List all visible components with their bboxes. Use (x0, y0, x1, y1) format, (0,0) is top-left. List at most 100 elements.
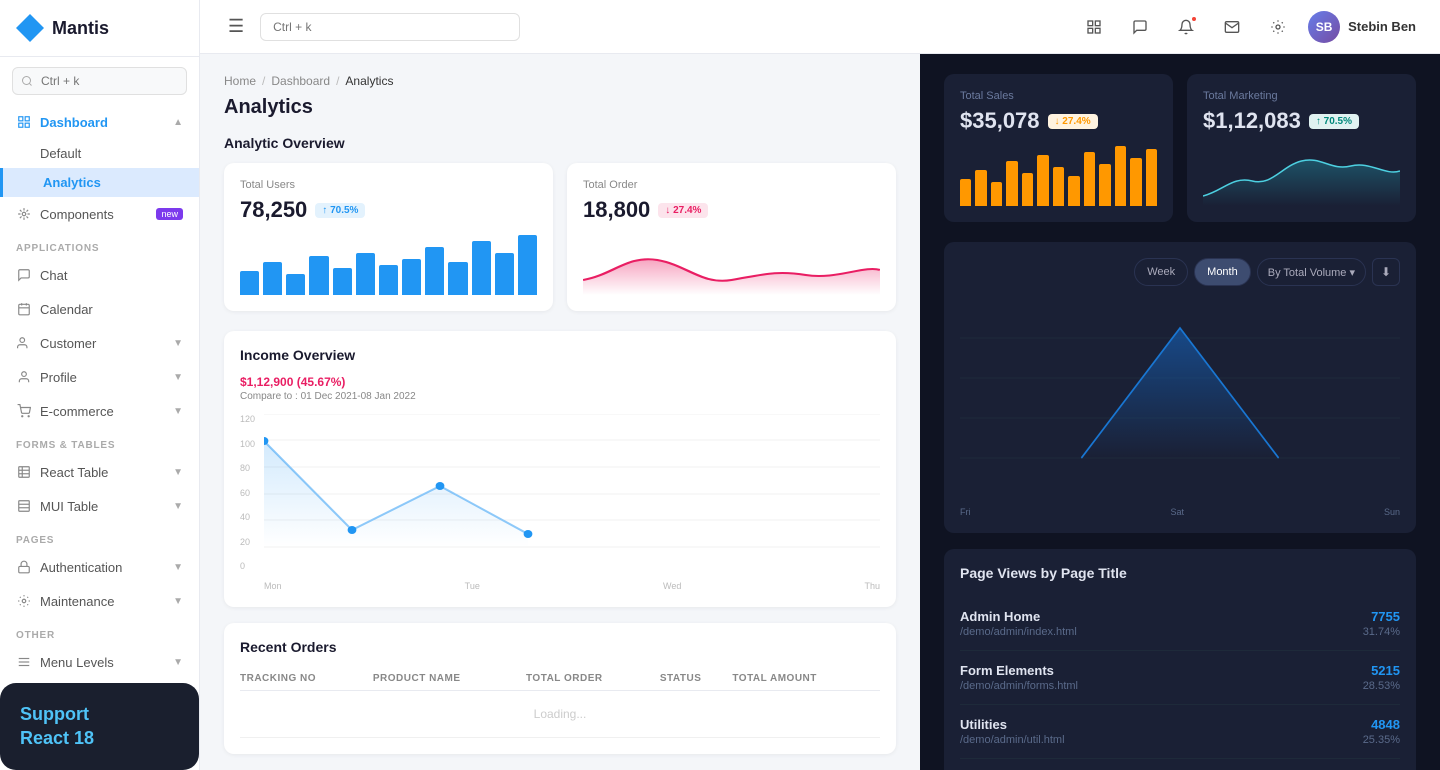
stat-badge-sales: ↓ 27.4% (1048, 114, 1098, 129)
week-button[interactable]: Week (1134, 258, 1188, 286)
col-total-order: Total Order (526, 667, 660, 691)
y-axis-labels: 020406080100120 (240, 414, 255, 571)
table-row: Loading... (240, 691, 880, 738)
customer-icon (16, 335, 32, 351)
notifications-button[interactable] (1170, 11, 1202, 43)
auth-icon (16, 559, 32, 575)
stat-badge-marketing: ↑ 70.5% (1309, 114, 1359, 129)
stat-badge-users: ↑ 70.5% (315, 203, 365, 218)
sidebar-item-mui-table-label: MUI Table (40, 499, 98, 514)
settings-button[interactable] (1262, 11, 1294, 43)
dashboard-icon (16, 114, 32, 130)
menu-toggle-button[interactable]: ☰ (224, 12, 248, 41)
sidebar-item-dashboard[interactable]: Dashboard ▲ (0, 105, 199, 139)
pv-count-2: 5215 (1363, 663, 1400, 678)
sidebar-item-auth-label: Authentication (40, 560, 122, 575)
sidebar-search-input[interactable] (12, 67, 187, 95)
sidebar-item-chat[interactable]: Chat (0, 258, 199, 292)
dark-line-chart (960, 298, 1400, 498)
chat-icon (16, 267, 32, 283)
section-label-pages: Pages (0, 523, 199, 550)
sidebar-item-mui-table[interactable]: MUI Table ▼ (0, 489, 199, 523)
stat-value-row-sales: $35,078 ↓ 27.4% (960, 108, 1157, 134)
breadcrumb-dashboard[interactable]: Dashboard (271, 74, 330, 88)
income-overview-title: Income Overview (240, 347, 416, 363)
x-axis-labels: MonTueWedThu (264, 581, 880, 591)
pv-path-2: /demo/admin/forms.html (960, 680, 1078, 692)
apps-button[interactable] (1078, 11, 1110, 43)
sidebar-item-calendar[interactable]: Calendar (0, 292, 199, 326)
auth-chevron: ▼ (173, 562, 183, 573)
support-popup-title: Support React 18 (20, 703, 179, 750)
profile-icon (16, 369, 32, 385)
header-search-input[interactable] (260, 13, 520, 41)
stat-card-sales: Total Sales $35,078 ↓ 27.4% (944, 74, 1173, 222)
messages-button[interactable] (1124, 11, 1156, 43)
income-compare: Compare to : 01 Dec 2021-08 Jan 2022 (240, 391, 416, 402)
sidebar-nav: Dashboard ▲ Default Analytics Components… (0, 105, 199, 683)
page-view-item-1: Admin Home /demo/admin/index.html 7755 3… (960, 597, 1400, 651)
react-table-icon (16, 464, 32, 480)
sidebar-item-maintenance[interactable]: Maintenance ▼ (0, 584, 199, 618)
orders-table: Tracking No Product Name Total Order Sta… (240, 667, 880, 738)
stat-value-row-order: 18,800 ↓ 27.4% (583, 197, 880, 223)
income-chart-wrap: 020406080100120 (240, 414, 880, 591)
sidebar-subitem-default[interactable]: Default (0, 139, 199, 168)
stat-card-order: Total Order 18,800 ↓ 27.4% (567, 163, 896, 311)
bar-chart-sales (960, 146, 1157, 206)
breadcrumb-home[interactable]: Home (224, 74, 256, 88)
sidebar-search-wrap (0, 57, 199, 105)
user-profile-button[interactable]: SB Stebin Ben (1308, 11, 1416, 43)
volume-select[interactable]: By Total Volume ▾ (1257, 258, 1366, 286)
stat-cards: Total Users 78,250 ↑ 70.5% (224, 163, 896, 311)
month-button[interactable]: Month (1194, 258, 1251, 286)
sidebar-item-ecommerce-label: E-commerce (40, 404, 114, 419)
breadcrumb: Home / Dashboard / Analytics (224, 74, 896, 88)
sidebar-item-authentication[interactable]: Authentication ▼ (0, 550, 199, 584)
sidebar-item-react-table[interactable]: React Table ▼ (0, 455, 199, 489)
sidebar-item-ecommerce[interactable]: E-commerce ▼ (0, 394, 199, 428)
sidebar: Mantis Dashboard ▲ Default Analytics Com… (0, 0, 200, 770)
maintenance-icon (16, 593, 32, 609)
recent-orders-card: Recent Orders Tracking No Product Name T… (224, 623, 896, 754)
support-popup[interactable]: Support React 18 (0, 683, 199, 770)
stat-value-marketing: $1,12,083 (1203, 108, 1301, 134)
sidebar-item-profile[interactable]: Profile ▼ (0, 360, 199, 394)
sidebar-item-components-label: Components (40, 207, 114, 222)
pv-name-3: Utilities (960, 717, 1065, 732)
dark-income-chart-card: Week Month By Total Volume ▾ ⬇ (944, 242, 1416, 533)
pv-name-1: Admin Home (960, 609, 1077, 624)
sidebar-item-customer[interactable]: Customer ▼ (0, 326, 199, 360)
dark-chart-controls: Week Month By Total Volume ▾ ⬇ (960, 258, 1400, 286)
header-actions: SB Stebin Ben (1078, 11, 1416, 43)
analytic-overview-title: Analytic Overview (224, 135, 896, 151)
download-button[interactable]: ⬇ (1372, 258, 1400, 286)
maintenance-chevron: ▼ (173, 596, 183, 607)
sidebar-item-menu-levels[interactable]: Menu Levels ▼ (0, 645, 199, 679)
section-label-applications: Applications (0, 231, 199, 258)
pv-path-3: /demo/admin/util.html (960, 734, 1065, 746)
mail-button[interactable] (1216, 11, 1248, 43)
stat-value-users: 78,250 (240, 197, 307, 223)
menu-levels-icon (16, 654, 32, 670)
dark-stat-cards: Total Sales $35,078 ↓ 27.4% (944, 74, 1416, 222)
area-chart-order (583, 235, 880, 295)
mui-table-icon (16, 498, 32, 514)
stat-value-order: 18,800 (583, 197, 650, 223)
sidebar-item-customer-label: Customer (40, 336, 96, 351)
page-views-list: Admin Home /demo/admin/index.html 7755 3… (960, 597, 1400, 770)
pv-count-3: 4848 (1363, 717, 1400, 732)
pv-name-2: Form Elements (960, 663, 1078, 678)
col-total-amount: Total Amount (732, 667, 880, 691)
page-view-item-2: Form Elements /demo/admin/forms.html 521… (960, 651, 1400, 705)
pv-pct-1: 31.74% (1363, 626, 1400, 638)
sidebar-item-dashboard-label: Dashboard (40, 115, 108, 130)
logo-icon (16, 14, 44, 42)
stat-label-sales: Total Sales (960, 90, 1157, 102)
ecommerce-chevron: ▼ (173, 406, 183, 417)
sidebar-item-components[interactable]: Components new (0, 197, 199, 231)
sidebar-subitem-analytics[interactable]: Analytics (0, 168, 199, 197)
breadcrumb-current: Analytics (345, 74, 393, 88)
components-icon (16, 206, 32, 222)
col-status: Status (660, 667, 733, 691)
